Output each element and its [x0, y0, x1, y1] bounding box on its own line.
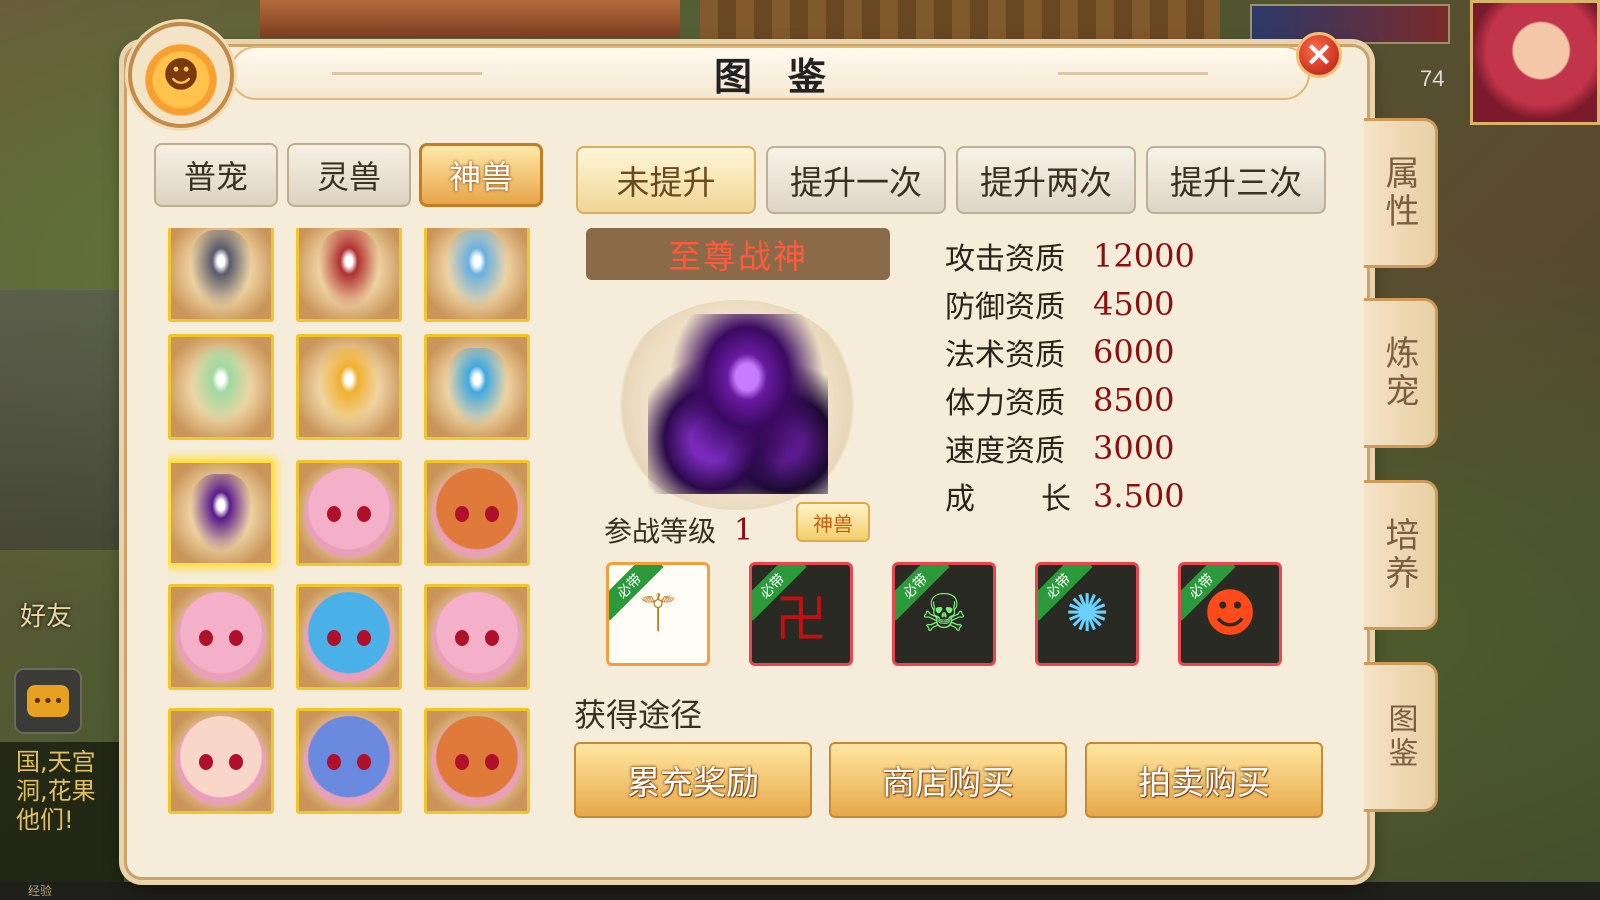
stat-value: 3.500	[1093, 477, 1185, 515]
pet-portrait	[612, 300, 862, 510]
skill-slot[interactable]: ☻ 必带	[1178, 562, 1282, 666]
page-title: 图鉴	[713, 54, 862, 99]
shop-purchase-button[interactable]: 商店购买	[829, 742, 1067, 818]
stat-value: 4500	[1093, 285, 1175, 323]
friends-label[interactable]: 好友	[20, 596, 72, 633]
pet-sprite	[432, 592, 522, 682]
stat-label-char: 长	[1041, 482, 1071, 517]
pet-figure	[648, 314, 828, 494]
player-status-bars	[1250, 4, 1450, 44]
stat-label: 防御资质	[945, 290, 1065, 325]
background-roof	[260, 0, 680, 38]
chat-line: 国,天宫	[16, 748, 96, 776]
tab-upgrade-thrice[interactable]: 提升三次	[1146, 146, 1326, 214]
tab-spirit-beast[interactable]: 灵兽	[287, 143, 411, 207]
pet-grid-item[interactable]	[424, 708, 530, 814]
pet-sprite	[304, 716, 394, 806]
side-tab-codex[interactable]: 图鉴	[1364, 662, 1438, 812]
pet-sprite	[190, 230, 252, 308]
pet-stats: 攻击资质 12000 防御资质 4500 法术资质 6000 体力资质 8500…	[945, 232, 1195, 520]
stat-label: 速度资质	[945, 434, 1065, 469]
stat-value: 3000	[1093, 429, 1175, 467]
stat-row-attack: 攻击资质 12000	[945, 232, 1195, 280]
stat-value: 12000	[1093, 237, 1195, 275]
tab-common-pet[interactable]: 普宠	[154, 143, 278, 207]
chat-line: 洞,花果	[16, 777, 96, 805]
auction-purchase-button[interactable]: 拍卖购买	[1085, 742, 1323, 818]
tab-not-upgraded[interactable]: 未提升	[576, 146, 756, 214]
close-button[interactable]: ✕	[1296, 32, 1342, 78]
chat-button[interactable]: •••	[14, 668, 82, 734]
player-level: 74	[1420, 66, 1445, 91]
tab-upgrade-twice[interactable]: 提升两次	[956, 146, 1136, 214]
pet-grid-item[interactable]	[296, 334, 402, 440]
stat-label: 法术资质	[945, 338, 1065, 373]
stat-label: 成 长	[945, 474, 1071, 518]
title-bar: 图鉴	[230, 46, 1310, 100]
pet-sprite	[304, 468, 394, 558]
pet-grid-item[interactable]	[296, 228, 402, 322]
tab-divine-beast[interactable]: 神兽	[419, 143, 543, 207]
stat-label-char: 成	[945, 482, 975, 517]
pet-grid-item[interactable]	[424, 334, 530, 440]
background-roof	[700, 0, 1220, 40]
stat-label: 攻击资质	[945, 242, 1065, 277]
title-ornament	[332, 72, 482, 75]
pet-sprite	[446, 348, 508, 426]
skill-slot[interactable]: ☠ 必带	[892, 562, 996, 666]
stat-label: 体力资质	[945, 386, 1065, 421]
pet-sprite	[176, 716, 266, 806]
stat-value: 8500	[1093, 381, 1175, 419]
pet-grid-item[interactable]	[296, 708, 402, 814]
pet-grid-item[interactable]	[296, 460, 402, 566]
battle-level-value: 1	[734, 512, 754, 548]
skill-slot[interactable]: 卍必带	[749, 562, 853, 666]
stat-row-magic: 法术资质 6000	[945, 328, 1195, 376]
pet-grid	[168, 228, 540, 828]
tab-upgrade-once[interactable]: 提升一次	[766, 146, 946, 214]
battle-level-label: 参战等级	[604, 515, 717, 548]
pet-sprite	[432, 716, 522, 806]
pet-grid-item[interactable]	[424, 228, 530, 322]
recharge-reward-button[interactable]: 累充奖励	[574, 742, 812, 818]
stat-value: 6000	[1093, 333, 1175, 371]
pet-name: 至尊战神	[586, 228, 890, 280]
skill-slot[interactable]: ⚚ 必带	[606, 562, 710, 666]
pet-grid-item[interactable]	[424, 460, 530, 566]
pet-sprite	[190, 348, 252, 426]
pet-sprite	[176, 592, 266, 682]
pet-sprite	[446, 230, 508, 308]
pet-mascot-avatar: ☻	[128, 22, 234, 128]
chat-line: 他们!	[16, 806, 74, 834]
battle-level: 参战等级 1	[604, 510, 753, 550]
pet-sprite	[432, 468, 522, 558]
chat-icon: •••	[27, 685, 69, 717]
player-portrait[interactable]	[1470, 0, 1600, 125]
pet-sprite	[318, 348, 380, 426]
stat-row-defense: 防御资质 4500	[945, 280, 1195, 328]
pet-grid-item[interactable]	[168, 708, 274, 814]
pet-grid-item[interactable]	[168, 584, 274, 690]
pet-grid-item[interactable]	[168, 334, 274, 440]
pet-sprite	[318, 230, 380, 308]
stat-row-stamina: 体力资质 8500	[945, 376, 1195, 424]
exp-bar: 经验	[0, 882, 1600, 900]
pet-grid-item[interactable]	[168, 460, 274, 566]
pet-grid-item[interactable]	[424, 584, 530, 690]
title-ornament	[1058, 72, 1208, 75]
acquisition-title: 获得途径	[574, 696, 703, 734]
side-tab-refine[interactable]: 炼宠	[1364, 298, 1438, 448]
pet-grid-item[interactable]	[168, 228, 274, 322]
stat-row-growth: 成 长 3.500	[945, 472, 1195, 520]
divine-beast-badge: 神兽	[796, 502, 870, 542]
side-tab-attributes[interactable]: 属性	[1364, 118, 1438, 268]
skill-slot[interactable]: ✺ 必带	[1035, 562, 1139, 666]
pet-grid-item[interactable]	[296, 584, 402, 690]
chat-log: 国,天宫 洞,花果 他们!	[0, 742, 124, 882]
side-tab-train[interactable]: 培养	[1364, 480, 1438, 630]
pet-sprite	[190, 474, 252, 552]
pet-sprite	[304, 592, 394, 682]
background-wall	[0, 290, 120, 550]
stat-row-speed: 速度资质 3000	[945, 424, 1195, 472]
